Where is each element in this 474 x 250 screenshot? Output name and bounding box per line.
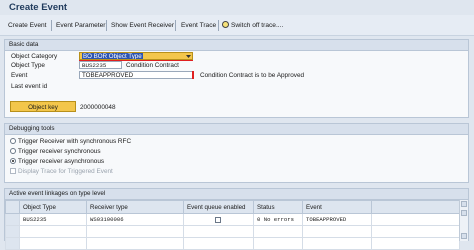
cell-receiver-type: WS03100006: [86, 213, 184, 226]
object-category-dropdown[interactable]: BO BOR Object Type: [79, 52, 193, 60]
page-title: Create Event: [9, 2, 68, 13]
object-category-value: BO BOR Object Type: [82, 53, 143, 60]
row-selector[interactable]: [5, 213, 20, 226]
application-toolbar: Create Event Event Parameter Show Event …: [0, 15, 474, 36]
column-header-object-type[interactable]: Object Type: [19, 200, 87, 214]
chevron-down-icon[interactable]: [186, 54, 191, 59]
event-linkages-header: Active event linkages on type level: [5, 189, 468, 200]
table-vertical-scrollbar[interactable]: [459, 200, 468, 241]
row-selector[interactable]: [5, 225, 20, 238]
switch-off-trace-label: Switch off trace....: [231, 22, 284, 29]
object-type-input[interactable]: BUS2235: [79, 61, 122, 69]
cell-status: 0 No errors: [253, 213, 303, 226]
toolbar-separator: [218, 20, 219, 31]
column-header-filler: [371, 200, 460, 214]
show-event-receiver-button[interactable]: Show Event Receiver: [111, 20, 174, 31]
toolbar-separator: [51, 20, 52, 31]
event-input[interactable]: TOBEAPPROVED: [79, 71, 194, 79]
event-label: Event: [11, 72, 28, 79]
toolbar-separator: [106, 20, 107, 31]
radio-sync-rfc-label: Trigger Receiver with synchronous RFC: [18, 138, 132, 145]
object-key-value: 2000000048: [80, 104, 116, 111]
table-row[interactable]: [5, 237, 460, 250]
scroll-down-icon[interactable]: [461, 210, 467, 216]
radio-sync[interactable]: [10, 148, 16, 154]
object-key-button[interactable]: Object key: [10, 101, 76, 112]
object-type-label: Object Type: [11, 62, 45, 69]
last-event-id-label: Last event id: [11, 83, 48, 90]
event-linkages-table: Object Type Receiver type Event queue en…: [5, 200, 460, 250]
event-parameter-button[interactable]: Event Parameter: [56, 20, 105, 31]
cell-filler: [371, 213, 460, 226]
select-all-cell[interactable]: [5, 200, 20, 214]
cell-event: TOBEAPPROVED: [302, 213, 372, 226]
cell-event-queue: [183, 213, 254, 226]
switch-off-trace-button[interactable]: Switch off trace....: [222, 20, 283, 31]
debugging-tools-panel: Debugging tools Trigger Receiver with sy…: [4, 123, 469, 183]
create-event-button[interactable]: Create Event: [8, 20, 46, 31]
event-trace-button[interactable]: Event Trace: [181, 20, 216, 31]
toolbar-separator: [175, 20, 176, 31]
event-linkages-panel: Active event linkages on type level Obje…: [4, 188, 469, 250]
required-field-marker: [192, 71, 194, 79]
radio-async[interactable]: [10, 158, 16, 164]
title-bar: Create Event: [0, 0, 474, 15]
trace-switch-icon: [222, 21, 229, 28]
table-row[interactable]: [5, 225, 460, 238]
debugging-tools-header: Debugging tools: [5, 124, 468, 135]
display-trace-label: Display Trace for Triggered Event: [18, 168, 113, 175]
column-header-event[interactable]: Event: [302, 200, 372, 214]
radio-sync-rfc[interactable]: [10, 138, 16, 144]
table-row[interactable]: BUS2235 WS03100006 0 No errors TOBEAPPRO…: [5, 213, 460, 226]
radio-async-label: Trigger receiver asynchronous: [18, 158, 105, 165]
basic-data-header: Basic data: [5, 40, 468, 51]
column-header-receiver-type[interactable]: Receiver type: [86, 200, 184, 214]
scroll-down-icon[interactable]: [461, 233, 467, 239]
event-description: Condition Contract is to be Approved: [200, 72, 305, 79]
object-type-description: Condition Contract: [126, 62, 179, 69]
object-category-label: Object Category: [11, 53, 58, 60]
event-queue-checkbox[interactable]: [215, 216, 221, 223]
column-header-status[interactable]: Status: [253, 200, 303, 214]
column-header-event-queue[interactable]: Event queue enabled: [183, 200, 254, 214]
cell-object-type: BUS2235: [19, 213, 87, 226]
table-header-row: Object Type Receiver type Event queue en…: [5, 200, 460, 214]
row-selector[interactable]: [5, 237, 20, 250]
radio-sync-label: Trigger receiver synchronous: [18, 148, 101, 155]
display-trace-checkbox[interactable]: [10, 168, 16, 174]
scroll-up-icon[interactable]: [461, 201, 467, 207]
